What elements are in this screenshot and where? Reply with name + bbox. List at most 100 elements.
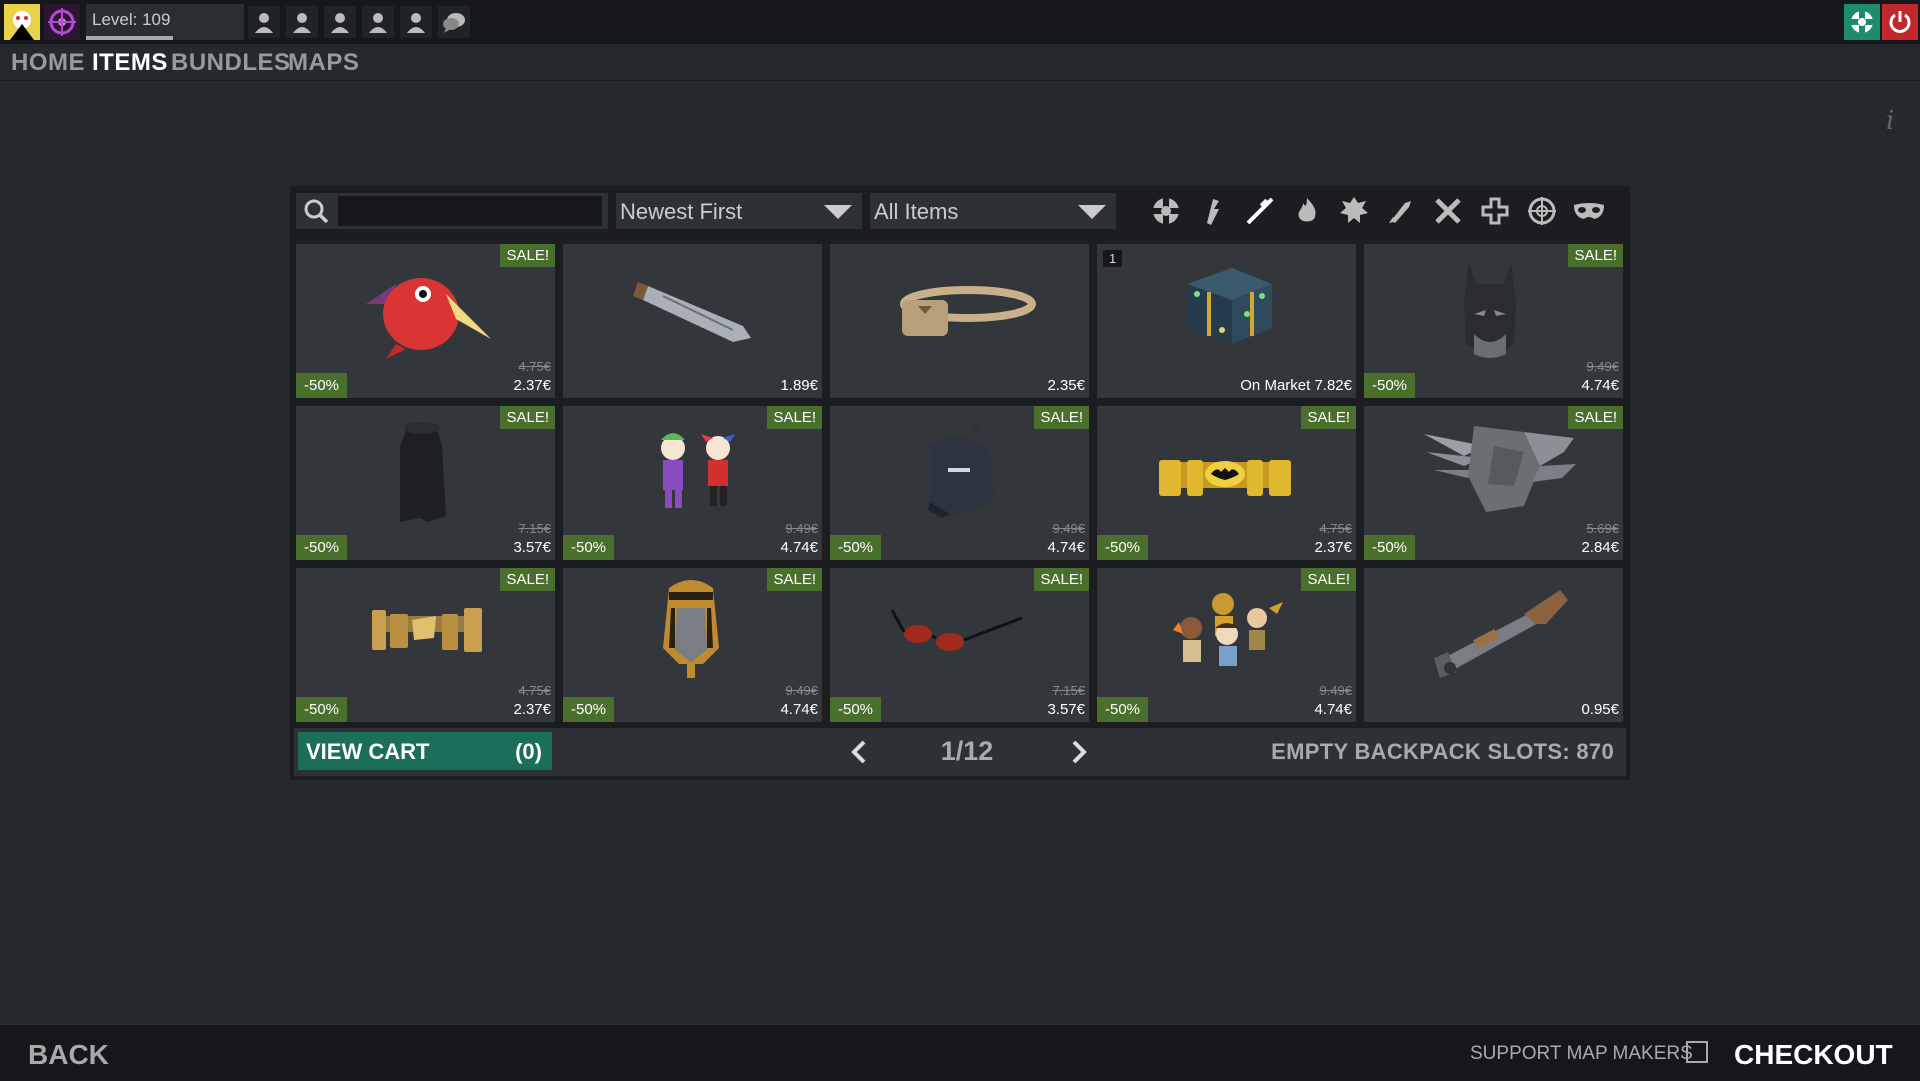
chevron-right-icon[interactable] bbox=[1064, 734, 1094, 770]
heavy-icon[interactable] bbox=[1334, 192, 1374, 230]
discount-badge: -50% bbox=[1364, 373, 1416, 398]
engineer-icon[interactable] bbox=[1428, 192, 1468, 230]
discount-badge: -50% bbox=[1097, 535, 1149, 560]
store-panel: Newest First All Items SALE! 4.75€ 2.37€… bbox=[290, 186, 1630, 780]
store-toolbar: Newest First All Items bbox=[294, 190, 1626, 230]
medic-icon[interactable] bbox=[1475, 192, 1515, 230]
main-nav: HOME ITEMS BUNDLES MAPS bbox=[0, 44, 1920, 81]
item-price: 4.74€ bbox=[780, 539, 818, 556]
gift-box-icon bbox=[1187, 268, 1272, 344]
filter-dropdown[interactable]: All Items bbox=[870, 193, 1116, 229]
store-item[interactable]: SALE! 4.75€ 2.37€ -50% bbox=[296, 568, 555, 722]
view-cart-label: VIEW CART bbox=[306, 739, 430, 764]
chevron-down-icon bbox=[1078, 205, 1106, 219]
sale-badge: SALE! bbox=[767, 406, 822, 429]
shotgun-icon bbox=[1434, 590, 1568, 678]
discount-badge: -50% bbox=[563, 697, 615, 722]
store-item[interactable]: SALE! 9.49€ 4.74€ -50% bbox=[1097, 568, 1356, 722]
old-price: 9.49€ bbox=[785, 521, 818, 536]
top-bar: Level: 109 bbox=[0, 0, 1920, 44]
store-item[interactable]: 2.35€ bbox=[830, 244, 1089, 398]
player-avatar[interactable] bbox=[4, 4, 40, 40]
class-emblem-icon[interactable] bbox=[44, 4, 80, 40]
sort-dropdown[interactable]: Newest First bbox=[616, 193, 862, 229]
item-price: On Market 7.82€ bbox=[1240, 377, 1352, 394]
old-price: 4.75€ bbox=[518, 683, 551, 698]
store-item[interactable]: SALE! 9.49€ 4.74€ -50% bbox=[563, 406, 822, 560]
soldier-icon[interactable] bbox=[1381, 192, 1421, 230]
belt-pouch-icon bbox=[900, 286, 1036, 336]
friend-slot-icon[interactable] bbox=[286, 6, 318, 38]
store-item[interactable]: SALE! 5.69€ 2.84€ -50% bbox=[1364, 406, 1623, 560]
scout-icon[interactable] bbox=[1193, 192, 1233, 230]
search-icon[interactable] bbox=[296, 193, 336, 229]
chat-icon[interactable] bbox=[438, 6, 470, 38]
tab-bundles[interactable]: BUNDLES bbox=[171, 49, 291, 77]
store-item[interactable]: SALE! 9.49€ 4.74€ -50% bbox=[1364, 244, 1623, 398]
old-price: 5.69€ bbox=[1586, 521, 1619, 536]
sort-value: Newest First bbox=[620, 199, 743, 224]
sniper-icon[interactable] bbox=[1240, 192, 1280, 230]
store-item[interactable]: SALE! 9.49€ 4.74€ -50% bbox=[830, 406, 1089, 560]
friend-slot-icon[interactable] bbox=[400, 6, 432, 38]
sale-badge: SALE! bbox=[500, 244, 555, 267]
power-icon[interactable] bbox=[1882, 4, 1918, 40]
back-button[interactable]: BACK bbox=[28, 1039, 109, 1071]
discount-badge: -50% bbox=[1097, 697, 1149, 722]
item-price: 2.84€ bbox=[1581, 539, 1619, 556]
sale-badge: SALE! bbox=[500, 406, 555, 429]
sale-badge: SALE! bbox=[1301, 406, 1356, 429]
item-price: 3.57€ bbox=[1047, 701, 1085, 718]
backpack-slots-text: EMPTY BACKPACK SLOTS: 870 bbox=[1271, 739, 1614, 764]
info-icon[interactable]: i bbox=[1886, 106, 1894, 136]
item-price: 4.74€ bbox=[1314, 701, 1352, 718]
view-cart-button[interactable]: VIEW CART (0) bbox=[298, 732, 552, 770]
level-text: Level: 109 bbox=[92, 10, 171, 29]
pyro-icon[interactable] bbox=[1287, 192, 1327, 230]
store-item[interactable]: SALE! 7.15€ 3.57€ -50% bbox=[830, 568, 1089, 722]
tab-maps[interactable]: MAPS bbox=[288, 49, 359, 77]
item-price: 4.74€ bbox=[780, 701, 818, 718]
discount-badge: -50% bbox=[830, 535, 882, 560]
store-item[interactable]: SALE! 4.75€ 2.37€ -50% bbox=[1097, 406, 1356, 560]
sale-badge: SALE! bbox=[767, 568, 822, 591]
crosshair-icon[interactable] bbox=[1522, 192, 1562, 230]
old-price: 9.49€ bbox=[1586, 359, 1619, 374]
old-price: 9.49€ bbox=[785, 683, 818, 698]
spy-icon[interactable] bbox=[1569, 192, 1609, 230]
discount-badge: -50% bbox=[1364, 535, 1416, 560]
page-indicator: 1/12 bbox=[940, 736, 994, 766]
old-price: 7.15€ bbox=[518, 521, 551, 536]
sale-badge: SALE! bbox=[500, 568, 555, 591]
discount-badge: -50% bbox=[296, 373, 348, 398]
sale-badge: SALE! bbox=[1034, 568, 1089, 591]
knife-icon bbox=[633, 282, 751, 342]
store-item[interactable]: 1 On Market 7.82€ bbox=[1097, 244, 1356, 398]
friend-slot-icon[interactable] bbox=[362, 6, 394, 38]
discount-badge: -50% bbox=[296, 697, 348, 722]
discount-badge: -50% bbox=[563, 535, 615, 560]
sale-badge: SALE! bbox=[1568, 244, 1623, 267]
support-map-makers-checkbox[interactable] bbox=[1686, 1041, 1708, 1063]
chevron-down-icon bbox=[824, 205, 852, 219]
sale-badge: SALE! bbox=[1034, 406, 1089, 429]
tab-home[interactable]: HOME bbox=[11, 49, 85, 77]
support-map-makers-label: SUPPORT MAP MAKERS bbox=[1470, 1043, 1693, 1064]
all-classes-icon[interactable] bbox=[1146, 192, 1186, 230]
friend-slot-icon[interactable] bbox=[324, 6, 356, 38]
search-input[interactable] bbox=[338, 196, 602, 226]
search-box bbox=[296, 193, 608, 229]
store-item[interactable]: 0.95€ bbox=[1364, 568, 1623, 722]
store-item[interactable]: 1.89€ bbox=[563, 244, 822, 398]
chevron-left-icon[interactable] bbox=[844, 734, 874, 770]
tf2-logo-icon[interactable] bbox=[1844, 4, 1880, 40]
old-price: 4.75€ bbox=[518, 359, 551, 374]
store-item[interactable]: SALE! 4.75€ 2.37€ -50% bbox=[296, 244, 555, 398]
store-item[interactable]: SALE! 9.49€ 4.74€ -50% bbox=[563, 568, 822, 722]
store-item[interactable]: SALE! 7.15€ 3.57€ -50% bbox=[296, 406, 555, 560]
friend-slot-icon[interactable] bbox=[248, 6, 280, 38]
item-price: 2.37€ bbox=[513, 377, 551, 394]
item-price: 1.89€ bbox=[780, 377, 818, 394]
tab-items[interactable]: ITEMS bbox=[92, 49, 168, 77]
checkout-button[interactable]: CHECKOUT bbox=[1734, 1039, 1893, 1071]
